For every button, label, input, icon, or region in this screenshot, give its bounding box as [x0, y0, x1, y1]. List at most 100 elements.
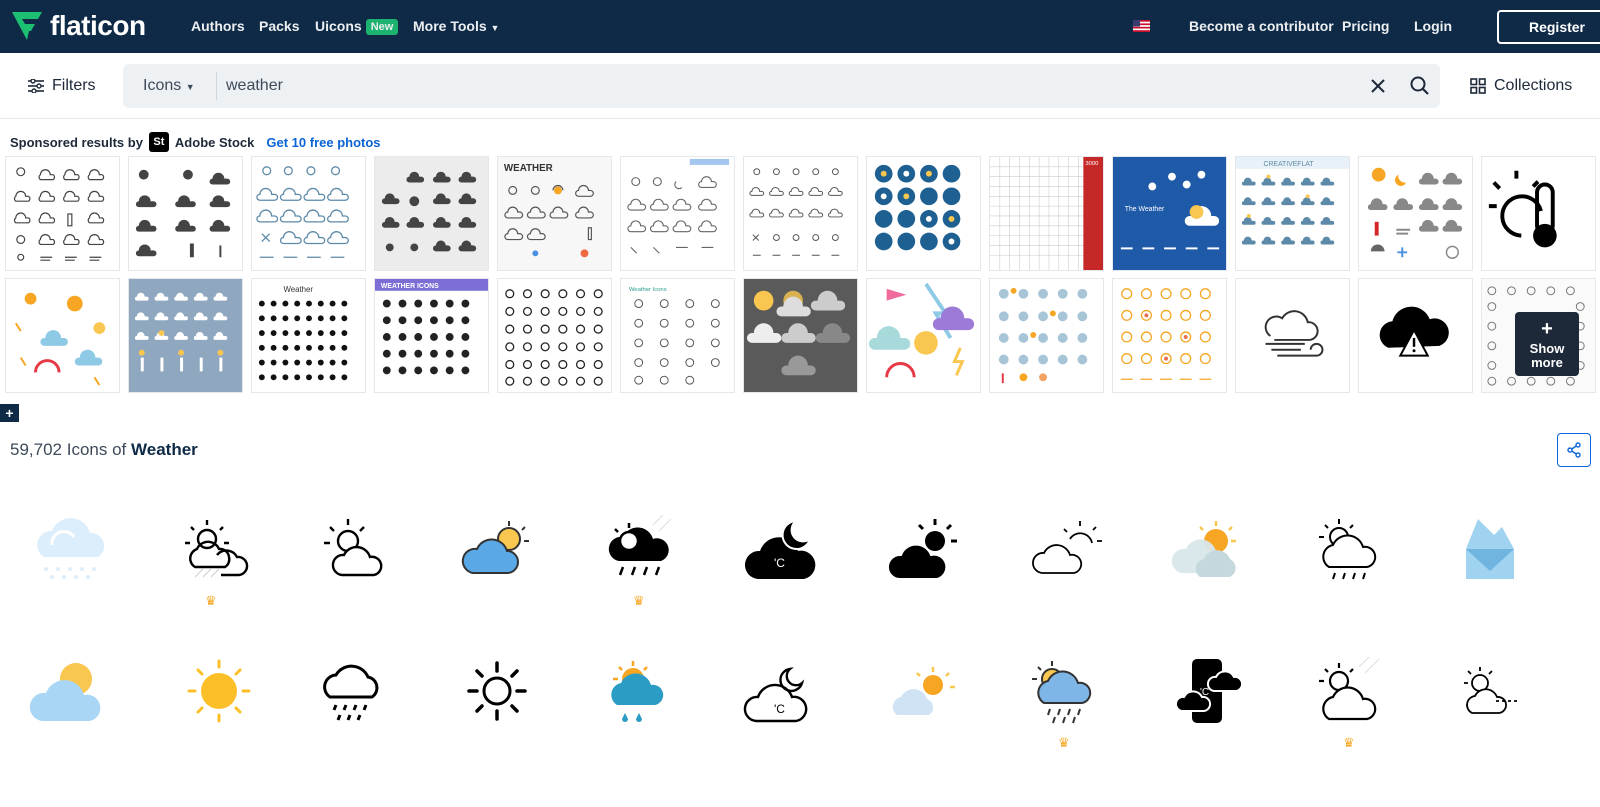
search-box: Icons ▼: [123, 64, 1440, 108]
icon-result[interactable]: [1446, 657, 1546, 757]
sponsored-thumbnail[interactable]: [1112, 278, 1227, 393]
icon-result[interactable]: [593, 657, 693, 757]
show-more-button[interactable]: + Show more: [1515, 312, 1579, 376]
icon-result[interactable]: [877, 657, 977, 757]
weather-phone-icon: 'C: [1174, 659, 1244, 723]
sponsored-thumbnail[interactable]: [374, 156, 489, 271]
sponsored-thumbnail[interactable]: 3000: [989, 156, 1104, 271]
iceberg-icon: [1466, 519, 1514, 579]
divider: [216, 72, 217, 100]
nav-authors[interactable]: Authors: [191, 18, 245, 34]
login-link[interactable]: Login: [1414, 18, 1452, 34]
resource-type-select[interactable]: Icons ▼: [143, 77, 195, 95]
nav-uicons[interactable]: Uicons New: [315, 18, 399, 35]
sponsored-thumbnail[interactable]: [1358, 278, 1473, 393]
sun-cloud-line-icon: [1464, 667, 1520, 714]
expand-sponsored-button[interactable]: +: [0, 404, 19, 422]
nav-more-tools-label: More Tools: [413, 18, 487, 34]
icon-result[interactable]: [306, 515, 406, 615]
sponsored-thumbnail[interactable]: WEATHER ICONS: [374, 278, 489, 393]
sponsored-thumbnail[interactable]: [1358, 156, 1473, 271]
svg-text:'C: 'C: [1200, 687, 1209, 698]
sponsored-thumbnail[interactable]: [1235, 278, 1350, 393]
crown-icon: ♛: [205, 593, 217, 608]
svg-text:Weather: Weather: [283, 285, 313, 294]
filters-button[interactable]: Filters: [28, 77, 96, 95]
collections-button[interactable]: Collections: [1470, 77, 1572, 95]
icon-result[interactable]: ♛: [1303, 654, 1403, 757]
register-button[interactable]: Register: [1497, 10, 1600, 44]
icon-result[interactable]: 'C: [1160, 657, 1260, 757]
icon-result[interactable]: ♛: [593, 514, 693, 615]
cloudy-sun-color-icon: [461, 521, 529, 574]
cloudy-sun-icon: [185, 520, 249, 578]
rain-sun-outline-icon: [1319, 519, 1377, 580]
free-photos-link[interactable]: Get 10 free photos: [266, 135, 380, 150]
icon-result[interactable]: [1160, 515, 1260, 615]
logo-text: flaticon: [50, 10, 146, 41]
grid-icon: [1470, 78, 1486, 94]
plus-icon: +: [1541, 318, 1553, 340]
svg-text:The Weather: The Weather: [1125, 206, 1165, 213]
sponsored-thumbnail[interactable]: [743, 278, 858, 393]
sponsored-thumbnail[interactable]: [743, 156, 858, 271]
share-button[interactable]: [1557, 433, 1591, 467]
sponsored-thumbnail[interactable]: WEATHER: [497, 156, 612, 271]
become-contributor-link[interactable]: Become a contributor: [1189, 18, 1334, 34]
sponsored-thumbnail[interactable]: [5, 156, 120, 271]
icon-result[interactable]: [306, 657, 406, 757]
share-icon: [1567, 442, 1581, 458]
sponsored-thumbnail[interactable]: [128, 278, 243, 393]
search-icon[interactable]: [1409, 75, 1431, 97]
svg-text:WEATHER ICONS: WEATHER ICONS: [381, 283, 439, 290]
pricing-link[interactable]: Pricing: [1342, 18, 1389, 34]
sponsored-thumbnail[interactable]: The Weather: [1112, 156, 1227, 271]
icon-result[interactable]: [1303, 515, 1403, 615]
sponsored-thumbnail[interactable]: [989, 278, 1104, 393]
svg-text:Weather Icons: Weather Icons: [629, 287, 667, 293]
icon-result[interactable]: [447, 657, 547, 757]
results-title: 59,702 Icons of Weather: [10, 440, 198, 460]
rain-cloud-sun-icon: [1032, 661, 1092, 724]
cloudy-sun-flat-icon: [1171, 521, 1236, 577]
sunny-cloud-icon: [29, 663, 101, 721]
flaticon-logo[interactable]: flaticon: [10, 10, 146, 42]
sponsored-thumbnail[interactable]: [128, 156, 243, 271]
nav-uicons-label: Uicons: [315, 18, 362, 34]
sponsored-label: Sponsored results by: [10, 134, 143, 150]
icon-result[interactable]: [1018, 515, 1118, 615]
close-icon[interactable]: [1368, 76, 1388, 96]
night-cloud-icon: 'C: [744, 519, 816, 579]
icon-result[interactable]: [22, 515, 122, 615]
sponsored-thumbnail[interactable]: [1481, 156, 1596, 271]
show-more-label: Show more: [1529, 341, 1565, 370]
icon-result[interactable]: 'C: [734, 515, 834, 615]
icon-result[interactable]: ♛: [165, 515, 265, 615]
icon-result[interactable]: [877, 515, 977, 615]
partly-cloudy-icon: [324, 519, 383, 577]
icon-result[interactable]: 'C: [734, 657, 834, 757]
nav-packs[interactable]: Packs: [259, 18, 299, 34]
search-input[interactable]: [226, 64, 1326, 108]
collections-label: Collections: [1494, 77, 1573, 94]
sponsored-thumbnail[interactable]: Weather: [251, 278, 366, 393]
results-term: Weather: [131, 440, 198, 459]
icon-result[interactable]: ♛: [1018, 657, 1118, 757]
icon-result[interactable]: [447, 515, 547, 615]
icon-result[interactable]: [165, 657, 265, 757]
icon-result[interactable]: [1446, 515, 1546, 615]
sponsored-thumbnail[interactable]: [497, 278, 612, 393]
sponsored-thumbnail[interactable]: [866, 156, 981, 271]
sponsored-thumbnail[interactable]: CREATIVEFLAT: [1235, 156, 1350, 271]
sponsored-thumbnail[interactable]: [5, 278, 120, 393]
nav-more-tools[interactable]: More Tools ▼: [413, 18, 499, 34]
rain-sun-color-icon: [611, 661, 664, 722]
sponsored-thumbnail[interactable]: Weather Icons: [620, 278, 735, 393]
partly-cloudy-outline-icon: [1032, 521, 1102, 574]
cloudy-sun-pale-icon: [892, 667, 955, 715]
icon-result[interactable]: [22, 657, 122, 757]
us-flag-icon[interactable]: [1133, 20, 1150, 32]
sponsored-thumbnail[interactable]: [251, 156, 366, 271]
sponsored-thumbnail[interactable]: [620, 156, 735, 271]
sponsored-thumbnail[interactable]: [866, 278, 981, 393]
